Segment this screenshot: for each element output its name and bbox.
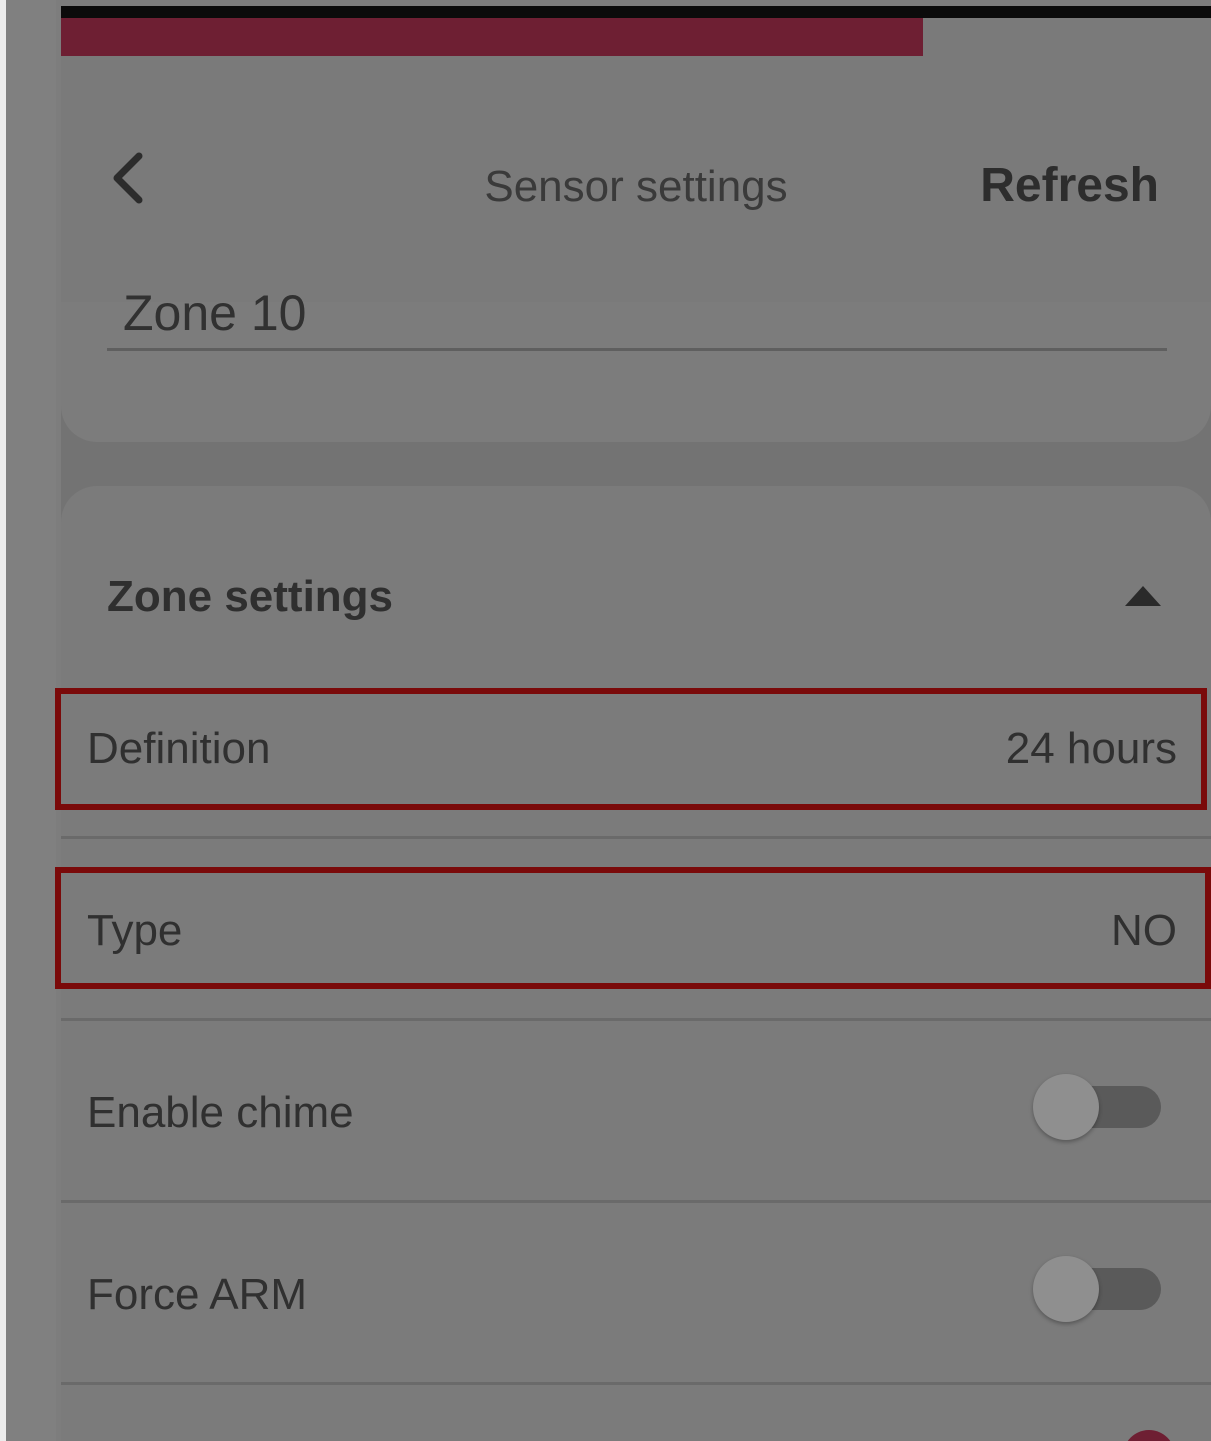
enable-chime-toggle[interactable] — [1033, 1074, 1163, 1140]
divider — [61, 1382, 1211, 1385]
status-bar — [61, 6, 1211, 18]
refresh-button[interactable]: Refresh — [980, 158, 1159, 213]
divider — [61, 1018, 1211, 1021]
type-highlight-box — [55, 867, 1211, 989]
top-header: Sensor settings Refresh — [61, 18, 1211, 302]
accent-bar — [61, 18, 923, 56]
divider — [61, 1200, 1211, 1203]
zone-name-input[interactable]: Zone 10 — [123, 284, 306, 342]
left-edge-strip — [6, 0, 56, 1441]
force-arm-label: Force ARM — [87, 1270, 308, 1319]
force-arm-toggle[interactable] — [1033, 1256, 1163, 1322]
force-arm-row: Force ARM — [61, 1236, 1211, 1354]
zone-settings-title: Zone settings — [107, 572, 394, 621]
divider — [61, 836, 1211, 839]
toggle-thumb — [1033, 1074, 1099, 1140]
enable-chime-label: Enable chime — [87, 1088, 354, 1137]
toggle-thumb — [1033, 1256, 1099, 1322]
enable-chime-row: Enable chime — [61, 1054, 1211, 1172]
zone-name-underline — [107, 348, 1167, 351]
definition-highlight-box — [55, 688, 1207, 810]
app-frame: Sensor settings Refresh Zone 10 Zone set… — [0, 0, 1211, 1441]
caret-up-icon[interactable] — [1125, 586, 1161, 606]
